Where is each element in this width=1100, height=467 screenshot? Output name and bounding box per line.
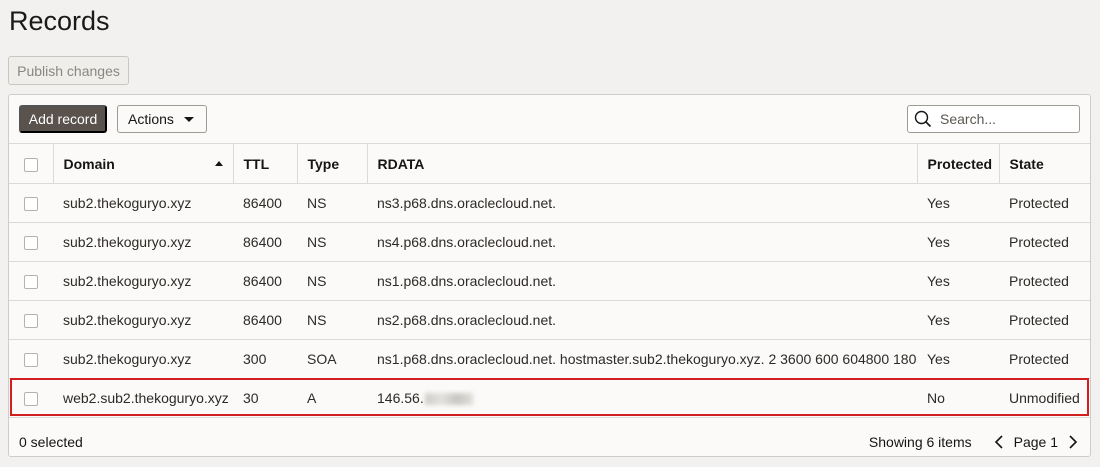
cell-state: Protected: [999, 183, 1090, 223]
chevron-left-icon[interactable]: [992, 434, 1006, 450]
column-header-domain[interactable]: Domain: [52, 143, 233, 184]
cell-ttl: 86400: [233, 300, 297, 340]
table-row[interactable]: sub2.thekoguryo.xyz 86400 NS ns2.p68.dns…: [9, 300, 1090, 340]
cell-protected: Yes: [917, 261, 999, 301]
actions-label: Actions: [128, 111, 174, 127]
search-icon: [914, 110, 932, 128]
table-row[interactable]: sub2.thekoguryo.xyz 86400 NS ns4.p68.dns…: [9, 222, 1090, 262]
cell-type: NS: [297, 300, 367, 340]
table-row[interactable]: sub2.thekoguryo.xyz 86400 NS ns1.p68.dns…: [9, 261, 1090, 301]
cell-rdata: ns1.p68.dns.oraclecloud.net.: [367, 261, 917, 301]
table-header-row: Domain TTL Type RDATA Protected State: [9, 143, 1090, 184]
cell-ttl: 30: [233, 378, 297, 418]
row-checkbox[interactable]: [24, 353, 38, 368]
records-panel: Add record Actions Domain: [8, 94, 1091, 457]
row-checkbox[interactable]: [24, 275, 38, 290]
caret-down-icon: [183, 116, 194, 122]
cell-ttl: 86400: [233, 261, 297, 301]
column-header-type[interactable]: Type: [296, 143, 367, 184]
cell-type: NS: [297, 222, 367, 262]
cell-ttl: 86400: [233, 183, 297, 223]
select-all-checkbox[interactable]: [24, 157, 38, 172]
row-checkbox[interactable]: [24, 236, 38, 251]
chevron-right-icon[interactable]: [1066, 434, 1080, 450]
cell-state: Protected: [999, 300, 1090, 340]
cell-domain: web2.sub2.thekoguryo.xyz: [53, 378, 233, 418]
cell-type: SOA: [297, 339, 367, 379]
column-header-ttl[interactable]: TTL: [232, 143, 297, 184]
select-all-cell: [9, 143, 53, 184]
add-record-button[interactable]: Add record: [19, 105, 107, 133]
showing-count: Showing 6 items: [868, 434, 972, 450]
cell-domain: sub2.thekoguryo.xyz: [53, 222, 233, 262]
cell-state: Protected: [999, 261, 1090, 301]
redacted-ip-blur: [424, 393, 473, 406]
row-checkbox[interactable]: [24, 197, 38, 212]
cell-type: A: [297, 378, 367, 418]
publish-changes-button[interactable]: Publish changes: [8, 56, 129, 85]
cell-domain: sub2.thekoguryo.xyz: [53, 300, 233, 340]
row-checkbox[interactable]: [24, 392, 38, 407]
cell-protected: Yes: [917, 300, 999, 340]
search-box[interactable]: [907, 105, 1082, 133]
cell-state: Protected: [999, 339, 1090, 379]
records-table: Domain TTL Type RDATA Protected State su…: [9, 143, 1090, 418]
cell-rdata-redacted: 146.56.: [367, 378, 917, 418]
sort-ascending-icon[interactable]: [214, 161, 223, 166]
cell-rdata: ns4.p68.dns.oraclecloud.net.: [367, 222, 917, 262]
cell-rdata: ns2.p68.dns.oraclecloud.net.: [367, 300, 917, 340]
cell-rdata: ns3.p68.dns.oraclecloud.net.: [367, 183, 917, 223]
table-footer: 0 selected Showing 6 items Page 1: [19, 432, 1080, 452]
table-row[interactable]: web2.sub2.thekoguryo.xyz 30 A 146.56. No…: [9, 378, 1090, 418]
selected-count: 0 selected: [19, 434, 83, 450]
cell-protected: Yes: [917, 339, 999, 379]
table-row[interactable]: sub2.thekoguryo.xyz 86400 NS ns3.p68.dns…: [9, 183, 1090, 223]
cell-protected: No: [917, 378, 999, 418]
cell-type: NS: [297, 261, 367, 301]
cell-ttl: 300: [233, 339, 297, 379]
column-label-domain: Domain: [63, 155, 115, 172]
actions-menu-button[interactable]: Actions: [117, 105, 207, 133]
column-header-rdata[interactable]: RDATA: [366, 143, 917, 184]
cell-ttl: 86400: [233, 222, 297, 262]
search-input[interactable]: [938, 110, 1082, 128]
cell-domain: sub2.thekoguryo.xyz: [53, 261, 233, 301]
cell-state: Protected: [999, 222, 1090, 262]
cell-domain: sub2.thekoguryo.xyz: [53, 339, 233, 379]
cell-state: Unmodified: [999, 378, 1090, 418]
column-header-state[interactable]: State: [998, 143, 1090, 184]
pagination: Showing 6 items Page 1: [869, 434, 1080, 450]
cell-protected: Yes: [917, 183, 999, 223]
cell-type: NS: [297, 183, 367, 223]
cell-protected: Yes: [917, 222, 999, 262]
page-indicator: Page 1: [1013, 434, 1058, 450]
page-title: Records: [9, 6, 110, 36]
table-row[interactable]: sub2.thekoguryo.xyz 300 SOA ns1.p68.dns.…: [9, 339, 1090, 379]
row-checkbox[interactable]: [24, 314, 38, 329]
cell-rdata: 146.56.: [377, 390, 424, 406]
cell-rdata: ns1.p68.dns.oraclecloud.net. hostmaster.…: [367, 339, 917, 379]
column-header-protected[interactable]: Protected: [916, 143, 999, 184]
cell-domain: sub2.thekoguryo.xyz: [53, 183, 233, 223]
